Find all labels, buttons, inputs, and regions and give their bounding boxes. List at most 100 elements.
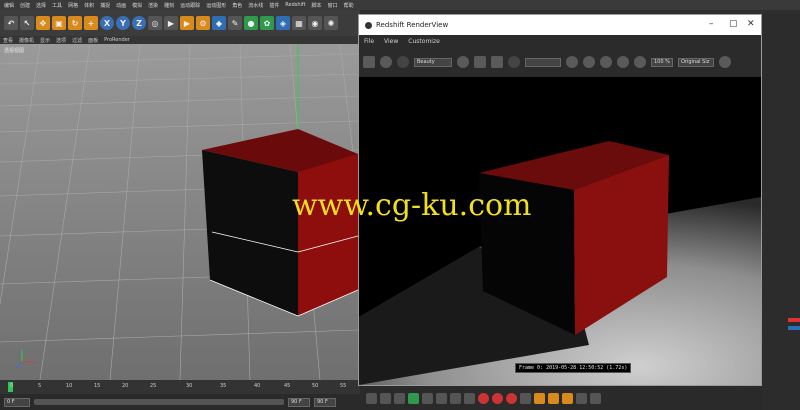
menu-item[interactable]: 模拟	[132, 2, 142, 9]
cube-icon[interactable]: ◆	[212, 16, 226, 30]
axis-y-button[interactable]: Y	[116, 16, 130, 30]
renderview-menu-view[interactable]: View	[384, 38, 398, 45]
close-icon[interactable]: ✕	[747, 19, 755, 29]
color-swatch-red[interactable]	[788, 318, 800, 322]
viewport-menu-item[interactable]: 显示	[40, 37, 50, 44]
menu-item[interactable]: 运动图形	[206, 2, 226, 9]
viewport-menu-item[interactable]: 过滤	[72, 37, 82, 44]
viewport-menu-item[interactable]: 摄像机	[19, 37, 34, 44]
menu-item[interactable]: 帮助	[344, 2, 354, 9]
prev-key-icon[interactable]	[380, 392, 391, 404]
next-frame-icon[interactable]	[422, 392, 433, 404]
snapshot-icon[interactable]	[363, 56, 375, 68]
color-icon[interactable]	[583, 56, 595, 68]
camera-icon[interactable]: ◉	[308, 16, 322, 30]
subdivision-icon[interactable]: ●	[244, 16, 258, 30]
menu-item[interactable]: 编辑	[4, 2, 14, 9]
add-icon[interactable]: +	[84, 16, 98, 30]
move-key-icon[interactable]	[534, 392, 545, 404]
timeline-tick: 45	[284, 383, 291, 389]
menu-item[interactable]: 渲染	[148, 2, 158, 9]
histogram-icon[interactable]	[617, 56, 629, 68]
channel-select[interactable]	[525, 57, 561, 67]
zoom-field[interactable]: 100 %	[651, 57, 673, 67]
viewport-menu-item[interactable]: 查看	[3, 37, 13, 44]
render-view-icon[interactable]: ▶	[164, 16, 178, 30]
scene-icon[interactable]: ▦	[292, 16, 306, 30]
menu-item[interactable]: 选择	[36, 2, 46, 9]
rendered-image	[359, 77, 761, 385]
play-render-icon[interactable]	[380, 56, 392, 68]
menu-item[interactable]: 动画	[116, 2, 126, 9]
go-end-icon[interactable]	[450, 392, 461, 404]
select-arrow-icon[interactable]: ↖	[20, 16, 34, 30]
region-icon[interactable]	[474, 56, 486, 68]
menu-item[interactable]: 雕刻	[164, 2, 174, 9]
autokey-icon[interactable]	[492, 392, 503, 404]
menu-item[interactable]: 脚本	[312, 2, 322, 9]
end-frame-field[interactable]: 90 F	[288, 397, 310, 407]
rotate-key-icon[interactable]	[562, 392, 573, 404]
record-icon[interactable]	[478, 392, 489, 404]
play-icon[interactable]	[408, 392, 419, 404]
minimize-icon[interactable]: –	[709, 19, 714, 29]
menu-item[interactable]: 体积	[84, 2, 94, 9]
viewport-menu-item[interactable]: 面板	[88, 37, 98, 44]
keyframe-icon[interactable]	[506, 392, 517, 404]
viewport-menu-item[interactable]: 选项	[56, 37, 66, 44]
next-key-icon[interactable]	[436, 392, 447, 404]
menu-item[interactable]: 运动跟踪	[180, 2, 200, 9]
menu-item[interactable]: 捕捉	[100, 2, 110, 9]
menu-item[interactable]: 窗口	[328, 2, 338, 9]
menu-item[interactable]: 工具	[52, 2, 62, 9]
axis-z-button[interactable]: Z	[132, 16, 146, 30]
menu-item[interactable]: 网格	[68, 2, 78, 9]
ipr-icon[interactable]	[457, 56, 469, 68]
renderview-menu-customize[interactable]: Customize	[408, 38, 440, 45]
maximize-icon[interactable]: ▢	[729, 19, 738, 29]
crop-icon[interactable]	[491, 56, 503, 68]
timeline[interactable]: 0 5 10 15 20 25 30 35 40 45 50 55	[0, 380, 360, 394]
aov-select[interactable]: Beauty	[414, 57, 452, 67]
settings-icon[interactable]	[719, 56, 731, 68]
menu-item[interactable]: 插件	[269, 2, 279, 9]
denoise-icon[interactable]	[634, 56, 646, 68]
end-frame-field-2[interactable]: 90 F	[314, 397, 336, 407]
render-settings-icon[interactable]: ⚙	[196, 16, 210, 30]
key-selection-icon[interactable]	[520, 392, 531, 404]
mode-select[interactable]: Original Siz	[678, 57, 714, 67]
deformer-icon[interactable]: ◈	[276, 16, 290, 30]
renderview-toolbar: Beauty 100 % Original Siz	[359, 47, 761, 77]
timeline-icon[interactable]	[590, 392, 601, 404]
viewport-menu-item[interactable]: ProRender	[104, 37, 130, 43]
param-key-icon[interactable]	[576, 392, 587, 404]
menu-item[interactable]: 创建	[20, 2, 30, 9]
color-swatch-blue[interactable]	[788, 326, 800, 330]
light-icon[interactable]: ✺	[324, 16, 338, 30]
undo-icon[interactable]: ↶	[4, 16, 18, 30]
menu-item[interactable]: Redshift	[285, 2, 305, 8]
coordinate-system-icon[interactable]: ◎	[148, 16, 162, 30]
menu-item[interactable]: 角色	[232, 2, 242, 9]
rotate-icon[interactable]: ↻	[68, 16, 82, 30]
pen-icon[interactable]: ✎	[228, 16, 242, 30]
timeline-tick: 10	[66, 383, 73, 389]
axis-x-button[interactable]: X	[100, 16, 114, 30]
loop-icon[interactable]	[464, 392, 475, 404]
go-start-icon[interactable]	[366, 392, 377, 404]
cloner-icon[interactable]: ✿	[260, 16, 274, 30]
start-frame-field[interactable]: 0 F	[4, 397, 30, 407]
menu-item[interactable]: 流水线	[248, 2, 263, 9]
render-picture-icon[interactable]: ▶	[180, 16, 194, 30]
compare-icon[interactable]	[600, 56, 612, 68]
exposure-icon[interactable]	[566, 56, 578, 68]
lock-icon[interactable]	[508, 56, 520, 68]
frame-range-slider[interactable]	[34, 399, 284, 405]
render-canvas[interactable]: Frame 0: 2019-05-28 12:50:52 (1.72s)	[359, 77, 761, 385]
move-icon[interactable]: ✥	[36, 16, 50, 30]
prev-frame-icon[interactable]	[394, 392, 405, 404]
scale-key-icon[interactable]	[548, 392, 559, 404]
renderview-menu-file[interactable]: File	[364, 38, 374, 45]
scale-icon[interactable]: ▣	[52, 16, 66, 30]
stop-render-icon[interactable]	[397, 56, 409, 68]
